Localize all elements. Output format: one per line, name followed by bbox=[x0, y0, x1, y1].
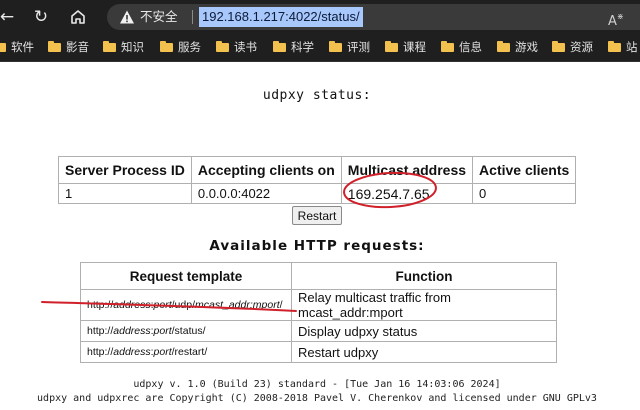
back-icon[interactable]: ← bbox=[0, 7, 17, 27]
requests-header-row: Request template Function bbox=[80, 262, 557, 290]
bookmark-label: 服务 bbox=[178, 40, 201, 54]
bookmark-label: 科学 bbox=[291, 40, 314, 54]
folder-icon bbox=[48, 41, 61, 52]
status-table: Server Process ID Accepting clients on M… bbox=[58, 156, 577, 204]
folder-icon bbox=[160, 41, 173, 52]
request-template-restart: http://address:port/restart/ bbox=[80, 341, 292, 363]
requests-title: Available HTTP requests: bbox=[209, 238, 425, 254]
active-clients-value: 0 bbox=[472, 183, 577, 204]
page-title: udpxy status: bbox=[262, 88, 372, 103]
folder-icon bbox=[103, 41, 116, 52]
table-row: http://address:port/udp/mcast_addr:mport… bbox=[80, 289, 557, 321]
accepting-clients-value: 0.0.0.0:4022 bbox=[190, 183, 342, 204]
bookmark-item[interactable]: 资源 bbox=[552, 34, 593, 61]
tpl-port: port bbox=[153, 325, 172, 337]
tpl-arg2: mport bbox=[252, 299, 280, 311]
folder-icon bbox=[0, 43, 6, 52]
omnibox-separator bbox=[192, 10, 193, 24]
function-restart: Restart udpxy bbox=[291, 341, 557, 363]
read-aloud-glyph: A bbox=[608, 14, 617, 29]
bookmark-item[interactable]: 游戏 bbox=[497, 34, 538, 61]
folder-icon bbox=[608, 41, 621, 52]
multicast-address-value: 169.254.7.65 bbox=[340, 183, 474, 204]
tpl-path: /status/ bbox=[171, 325, 206, 337]
tpl-prefix: http:// bbox=[87, 325, 114, 337]
status-header-row: Server Process ID Accepting clients on M… bbox=[58, 156, 577, 184]
url-text[interactable]: 192.168.1.217:4022/status/ bbox=[199, 7, 363, 27]
request-template-udp: http://address:port/udp/mcast_addr:mport… bbox=[80, 289, 292, 321]
tpl-tail: / bbox=[279, 299, 283, 311]
bookmark-label: 站 bbox=[626, 40, 638, 54]
bookmark-label: 游戏 bbox=[515, 40, 538, 54]
folder-icon bbox=[441, 41, 454, 52]
restart-button[interactable]: Restart bbox=[292, 206, 342, 225]
bookmark-item[interactable]: 影音 bbox=[48, 34, 89, 61]
security-label[interactable]: 不安全 bbox=[140, 4, 178, 30]
function-relay: Relay multicast traffic from mcast_addr:… bbox=[291, 289, 557, 321]
address-bar[interactable]: 不安全 192.168.1.217:4022/status/ A⋇ bbox=[107, 4, 640, 30]
bookmark-item[interactable]: 服务 bbox=[160, 34, 201, 61]
tpl-arg: mcast_addr bbox=[195, 299, 250, 311]
warning-icon[interactable] bbox=[119, 9, 135, 25]
folder-icon bbox=[497, 41, 510, 52]
table-row: http://address:port/status/ Display udpx… bbox=[80, 320, 557, 342]
tpl-prefix: http:// bbox=[87, 299, 114, 311]
bookmark-label: 信息 bbox=[459, 40, 482, 54]
bookmark-label: 软件 bbox=[11, 40, 34, 54]
read-aloud-icon[interactable]: A⋇ bbox=[608, 4, 624, 35]
status-row: 1 0.0.0.0:4022 169.254.7.65 0 bbox=[58, 183, 577, 204]
function-status: Display udpxy status bbox=[291, 320, 557, 342]
col-request-template: Request template bbox=[80, 262, 292, 290]
home-icon[interactable] bbox=[68, 7, 88, 27]
col-accepting-clients: Accepting clients on bbox=[190, 156, 342, 184]
bookmark-item[interactable]: 信息 bbox=[441, 34, 482, 61]
bookmark-label: 影音 bbox=[66, 40, 89, 54]
folder-icon bbox=[552, 41, 565, 52]
tpl-prefix: http:// bbox=[87, 346, 114, 358]
table-row: http://address:port/restart/ Restart udp… bbox=[80, 341, 557, 363]
requests-table: Request template Function http://address… bbox=[80, 262, 557, 363]
bookmarks-bar: 软件 影音 知识 服务 读书 科学 评测 课程 信息 游戏 资源 站 bbox=[0, 34, 640, 62]
tpl-port: port bbox=[153, 346, 172, 358]
reload-icon[interactable]: ↻ bbox=[31, 7, 51, 27]
tpl-addr: address bbox=[113, 346, 151, 358]
tpl-path: /restart/ bbox=[171, 346, 208, 358]
server-process-id-value: 1 bbox=[58, 183, 192, 204]
bookmark-item[interactable]: 知识 bbox=[103, 34, 144, 61]
tpl-addr: address bbox=[113, 325, 151, 337]
bookmark-label: 知识 bbox=[121, 40, 144, 54]
bookmark-item[interactable]: 课程 bbox=[385, 34, 426, 61]
bookmark-item[interactable]: 读书 bbox=[216, 34, 257, 61]
col-function: Function bbox=[291, 262, 557, 290]
footer-copyright: udpxy and udpxrec are Copyright (C) 2008… bbox=[37, 393, 597, 404]
bookmark-label: 资源 bbox=[570, 40, 593, 54]
tpl-addr: address bbox=[113, 299, 151, 311]
col-active-clients: Active clients bbox=[472, 156, 577, 184]
bookmark-item[interactable]: 站 bbox=[608, 34, 638, 61]
tpl-port: port bbox=[153, 299, 172, 311]
folder-icon bbox=[329, 41, 342, 52]
request-template-status: http://address:port/status/ bbox=[80, 320, 292, 342]
bookmark-label: 读书 bbox=[234, 40, 257, 54]
folder-icon bbox=[273, 41, 286, 52]
footer-version: udpxy v. 1.0 (Build 23) standard - [Tue … bbox=[133, 379, 501, 390]
bookmark-item[interactable]: 软件 bbox=[0, 34, 34, 61]
folder-icon bbox=[385, 41, 398, 52]
col-server-process-id: Server Process ID bbox=[58, 156, 192, 184]
bookmark-item[interactable]: 评测 bbox=[329, 34, 370, 61]
tpl-path: /udp/ bbox=[171, 299, 195, 311]
col-multicast-address: Multicast address bbox=[340, 156, 474, 184]
browser-toolbar: ← ↻ 不安全 192.168.1.217:4022/status/ A⋇ bbox=[0, 0, 640, 34]
bookmark-label: 评测 bbox=[347, 40, 370, 54]
bookmark-label: 课程 bbox=[403, 40, 426, 54]
bookmark-item[interactable]: 科学 bbox=[273, 34, 314, 61]
folder-icon bbox=[216, 41, 229, 52]
